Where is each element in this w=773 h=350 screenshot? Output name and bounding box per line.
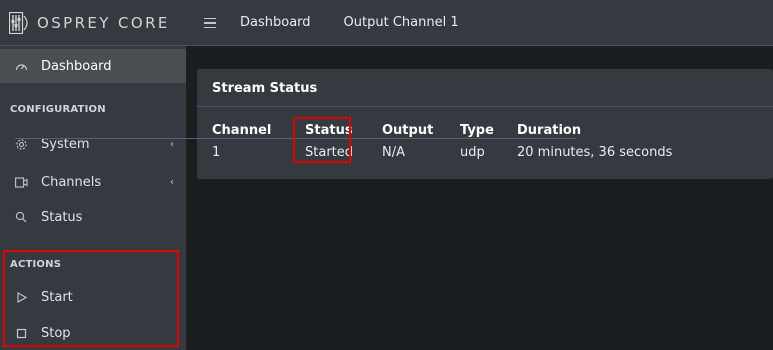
hamburger-icon[interactable] [204,17,216,28]
card-title: Stream Status [212,81,318,96]
sidebar-item-status[interactable]: Status [0,200,186,234]
cell-output: N/A [382,145,405,160]
sidebar: OSPREY CORE Dashboard CONFIGURATION Syst… [0,0,186,350]
sidebar-item-channels[interactable]: Channels ‹ [0,165,186,199]
highlight-box-actions [3,250,179,347]
column-header-type: Type [460,123,494,138]
card-divider [197,106,773,107]
sidebar-item-label: Status [41,209,83,225]
cell-type: udp [460,145,485,160]
column-header-channel: Channel [212,123,272,138]
nav-link-dashboard[interactable]: Dashboard [240,15,311,30]
search-icon [14,210,28,224]
nav-link-output-channel[interactable]: Output Channel 1 [344,15,459,30]
tachometer-icon [14,59,28,73]
section-header-configuration: CONFIGURATION [10,104,106,115]
osprey-logo-icon [8,11,31,34]
brand[interactable]: OSPREY CORE [0,0,186,46]
sidebar-item-system[interactable]: System ‹ [0,127,186,161]
cell-channel: 1 [212,145,221,160]
column-header-output: Output [382,123,434,138]
chevron-left-icon: ‹ [170,138,174,150]
sidebar-item-label: Dashboard [41,58,112,74]
column-header-duration: Duration [517,123,582,138]
cell-duration: 20 minutes, 36 seconds [517,145,673,160]
brand-name: OSPREY CORE [37,13,170,32]
chevron-left-icon: ‹ [170,176,174,188]
top-navbar: Dashboard Output Channel 1 [186,0,773,46]
channels-icon [14,175,28,189]
highlight-box-status [293,117,351,163]
gear-icon [14,137,28,151]
sidebar-item-dashboard[interactable]: Dashboard [0,49,186,83]
sidebar-item-label: Channels [41,174,102,190]
